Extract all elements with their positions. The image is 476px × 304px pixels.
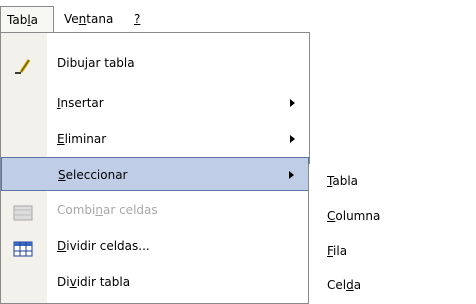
submenu-item-fila[interactable]: Fila xyxy=(309,234,476,268)
submenu-item-celda[interactable]: Celda xyxy=(309,268,476,302)
menu-item-seleccionar[interactable]: Seleccionar xyxy=(1,157,309,191)
menubar-help[interactable]: ? xyxy=(128,6,146,32)
submenu-arrow-icon xyxy=(289,171,294,179)
menu-item-eliminar[interactable]: Eliminar xyxy=(1,122,309,156)
submenu-arrow-icon xyxy=(290,99,295,107)
submenu-item-columna[interactable]: Columna xyxy=(309,199,476,233)
submenu-item-tabla[interactable]: Tabla xyxy=(309,164,476,198)
menubar-tabla[interactable]: Tabla xyxy=(0,6,54,32)
menu-item-dividir-celdas[interactable]: Dividir celdas... xyxy=(1,229,309,263)
split-cells-icon xyxy=(13,237,33,257)
menu-item-dibujar-tabla[interactable]: Dibujar tabla xyxy=(1,46,309,80)
seleccionar-submenu: Tabla Columna Fila Celda xyxy=(308,164,476,304)
menu-item-insertar[interactable]: Insertar xyxy=(1,86,309,120)
menu-bar: Tabla Ventana ? xyxy=(0,0,476,32)
menu-item-dividir-tabla[interactable]: Dividir tabla xyxy=(1,265,309,299)
pencil-icon xyxy=(13,54,33,74)
merge-cells-icon xyxy=(13,201,33,221)
menu-item-combinar-celdas[interactable]: Combinar celdas xyxy=(1,193,309,227)
menubar-ventana[interactable]: Ventana xyxy=(58,6,119,32)
tabla-menu: Dibujar tabla Insertar Eliminar Seleccio… xyxy=(0,32,310,304)
submenu-arrow-icon xyxy=(290,135,295,143)
